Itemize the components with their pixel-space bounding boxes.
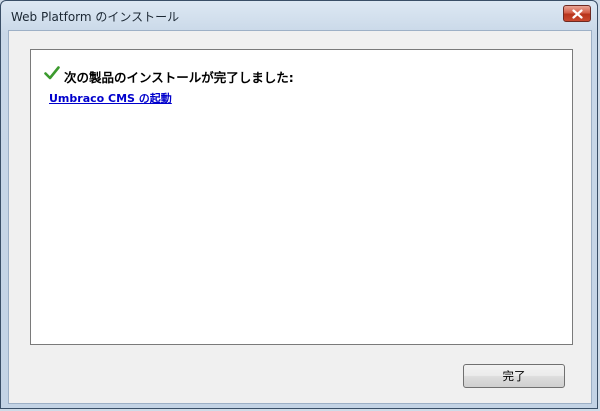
close-icon bbox=[572, 9, 583, 19]
completion-heading: 次の製品のインストールが完了しました: bbox=[64, 70, 294, 85]
dialog-body: 次の製品のインストールが完了しました: Umbraco CMS の起動 完了 bbox=[8, 30, 592, 404]
title-bar[interactable]: Web Platform のインストール bbox=[1, 1, 597, 29]
installer-window: Web Platform のインストール 次の製品のインストールが完了しました:… bbox=[0, 0, 598, 409]
result-panel: 次の製品のインストールが完了しました: Umbraco CMS の起動 bbox=[30, 49, 573, 345]
checkmark-icon bbox=[44, 66, 60, 80]
close-button[interactable] bbox=[563, 5, 591, 22]
window-title: Web Platform のインストール bbox=[11, 10, 180, 24]
launch-umbraco-link[interactable]: Umbraco CMS の起動 bbox=[49, 90, 172, 106]
finish-button[interactable]: 完了 bbox=[463, 364, 565, 388]
